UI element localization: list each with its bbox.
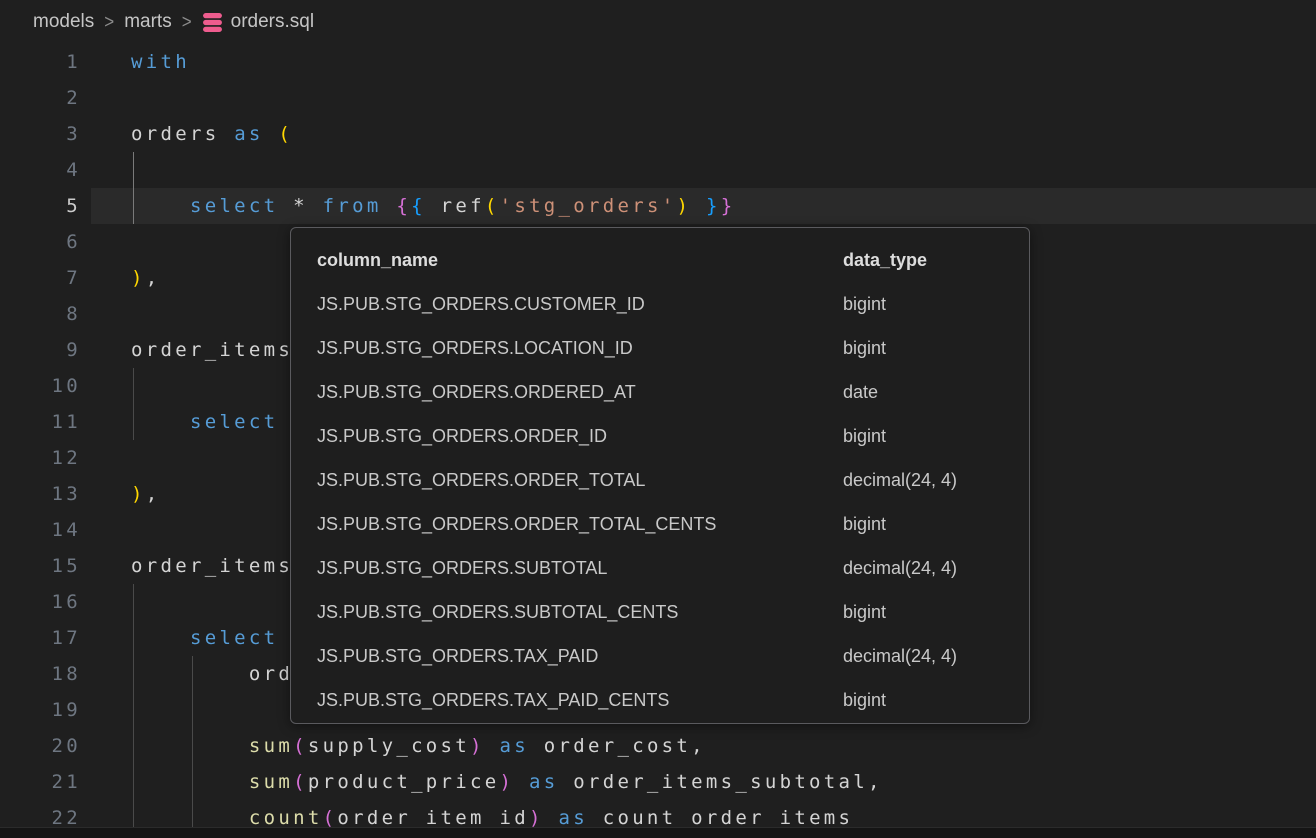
line-number[interactable]: 14 xyxy=(0,512,81,548)
column-row: JS.PUB.STG_ORDERS.TAX_PAID_CENTSbigint xyxy=(291,678,1029,722)
line-number[interactable]: 4 xyxy=(0,152,81,188)
popup-header-data-type: data_type xyxy=(843,250,927,271)
panel-divider xyxy=(0,827,1316,838)
data-type-cell: bigint xyxy=(843,338,886,359)
code-text: select xyxy=(131,620,278,656)
column-row: JS.PUB.STG_ORDERS.SUBTOTALdecimal(24, 4) xyxy=(291,546,1029,590)
code-text: orders as ( xyxy=(131,116,293,152)
data-type-cell: decimal(24, 4) xyxy=(843,646,957,667)
column-row: JS.PUB.STG_ORDERS.ORDER_IDbigint xyxy=(291,414,1029,458)
column-row: JS.PUB.STG_ORDERS.ORDER_TOTALdecimal(24,… xyxy=(291,458,1029,502)
indent-guide xyxy=(133,368,134,404)
column-name-cell: JS.PUB.STG_ORDERS.TAX_PAID xyxy=(317,646,843,667)
indent-guide xyxy=(133,692,134,728)
column-row: JS.PUB.STG_ORDERS.TAX_PAIDdecimal(24, 4) xyxy=(291,634,1029,678)
chevron-right-icon: > xyxy=(104,11,114,34)
line-number[interactable]: 2 xyxy=(0,80,81,116)
column-row: JS.PUB.STG_ORDERS.SUBTOTAL_CENTSbigint xyxy=(291,590,1029,634)
line-number[interactable]: 8 xyxy=(0,296,81,332)
editor-window: models > marts > orders.sql 1 with 23 order… xyxy=(0,0,1316,838)
column-name-cell: JS.PUB.STG_ORDERS.TAX_PAID_CENTS xyxy=(317,690,843,711)
line-number[interactable]: 16 xyxy=(0,584,81,620)
column-row: JS.PUB.STG_ORDERS.ORDER_TOTAL_CENTSbigin… xyxy=(291,502,1029,546)
chevron-right-icon: > xyxy=(182,11,192,34)
breadcrumb-file-name: orders.sql xyxy=(231,11,314,33)
column-name-cell: JS.PUB.STG_ORDERS.ORDER_TOTAL xyxy=(317,470,843,491)
column-info-popup: column_name data_type JS.PUB.STG_ORDERS.… xyxy=(290,227,1030,724)
line-number[interactable]: 1 xyxy=(0,44,81,80)
column-name-cell: JS.PUB.STG_ORDERS.CUSTOMER_ID xyxy=(317,294,843,315)
code-text: ), xyxy=(131,260,161,296)
code-text: with xyxy=(131,44,190,80)
data-type-cell: decimal(24, 4) xyxy=(843,558,957,579)
column-name-cell: JS.PUB.STG_ORDERS.SUBTOTAL_CENTS xyxy=(317,602,843,623)
line-number[interactable]: 15 xyxy=(0,548,81,584)
popup-rows: JS.PUB.STG_ORDERS.CUSTOMER_IDbigintJS.PU… xyxy=(291,282,1029,722)
code-text: order_items xyxy=(131,548,293,584)
column-name-cell: JS.PUB.STG_ORDERS.ORDER_TOTAL_CENTS xyxy=(317,514,843,535)
line-number[interactable]: 5 xyxy=(0,188,81,224)
column-name-cell: JS.PUB.STG_ORDERS.SUBTOTAL xyxy=(317,558,843,579)
data-type-cell: decimal(24, 4) xyxy=(843,470,957,491)
indent-guide xyxy=(133,584,134,620)
column-row: JS.PUB.STG_ORDERS.LOCATION_IDbigint xyxy=(291,326,1029,370)
line-number[interactable]: 6 xyxy=(0,224,81,260)
code-text: sum(supply_cost) as order_cost, xyxy=(131,728,706,764)
line-number[interactable]: 12 xyxy=(0,440,81,476)
database-icon xyxy=(202,12,223,33)
data-type-cell: bigint xyxy=(843,426,886,447)
line-number[interactable]: 21 xyxy=(0,764,81,800)
code-line-21[interactable]: 21 sum(product_price) as order_items_sub… xyxy=(0,764,1316,800)
column-name-cell: JS.PUB.STG_ORDERS.ORDERED_AT xyxy=(317,382,843,403)
line-number[interactable]: 3 xyxy=(0,116,81,152)
breadcrumb: models > marts > orders.sql xyxy=(0,0,1316,44)
data-type-cell: date xyxy=(843,382,878,403)
code-line-4[interactable]: 4 xyxy=(0,152,1316,188)
line-number[interactable]: 13 xyxy=(0,476,81,512)
data-type-cell: bigint xyxy=(843,690,886,711)
line-number[interactable]: 7 xyxy=(0,260,81,296)
code-line-1[interactable]: 1 with xyxy=(0,44,1316,80)
popup-header-row: column_name data_type xyxy=(291,238,1029,282)
code-line-2[interactable]: 2 xyxy=(0,80,1316,116)
column-row: JS.PUB.STG_ORDERS.CUSTOMER_IDbigint xyxy=(291,282,1029,326)
code-text: select xyxy=(131,404,278,440)
popup-header-column-name: column_name xyxy=(317,250,843,271)
line-number[interactable]: 18 xyxy=(0,656,81,692)
data-type-cell: bigint xyxy=(843,294,886,315)
line-number[interactable]: 17 xyxy=(0,620,81,656)
indent-guide xyxy=(133,152,134,188)
code-line-3[interactable]: 3 orders as ( xyxy=(0,116,1316,152)
data-type-cell: bigint xyxy=(843,514,886,535)
column-name-cell: JS.PUB.STG_ORDERS.ORDER_ID xyxy=(317,426,843,447)
line-number[interactable]: 11 xyxy=(0,404,81,440)
code-line-5[interactable]: 5 select * from {{ ref('stg_orders') }} xyxy=(0,188,1316,224)
code-line-20[interactable]: 20 sum(supply_cost) as order_cost, xyxy=(0,728,1316,764)
line-number[interactable]: 19 xyxy=(0,692,81,728)
code-text: order_items xyxy=(131,332,293,368)
indent-guide xyxy=(192,692,193,728)
breadcrumb-item-models[interactable]: models xyxy=(33,11,94,33)
column-name-cell: JS.PUB.STG_ORDERS.LOCATION_ID xyxy=(317,338,843,359)
data-type-cell: bigint xyxy=(843,602,886,623)
line-number[interactable]: 20 xyxy=(0,728,81,764)
code-text: ord xyxy=(131,656,293,692)
breadcrumb-item-marts[interactable]: marts xyxy=(124,11,172,33)
code-text: select * from {{ ref('stg_orders') }} xyxy=(131,188,735,224)
line-number[interactable]: 10 xyxy=(0,368,81,404)
code-text: ), xyxy=(131,476,161,512)
column-row: JS.PUB.STG_ORDERS.ORDERED_ATdate xyxy=(291,370,1029,414)
code-text: sum(product_price) as order_items_subtot… xyxy=(131,764,883,800)
breadcrumb-item-file[interactable]: orders.sql xyxy=(202,11,314,33)
line-number[interactable]: 9 xyxy=(0,332,81,368)
